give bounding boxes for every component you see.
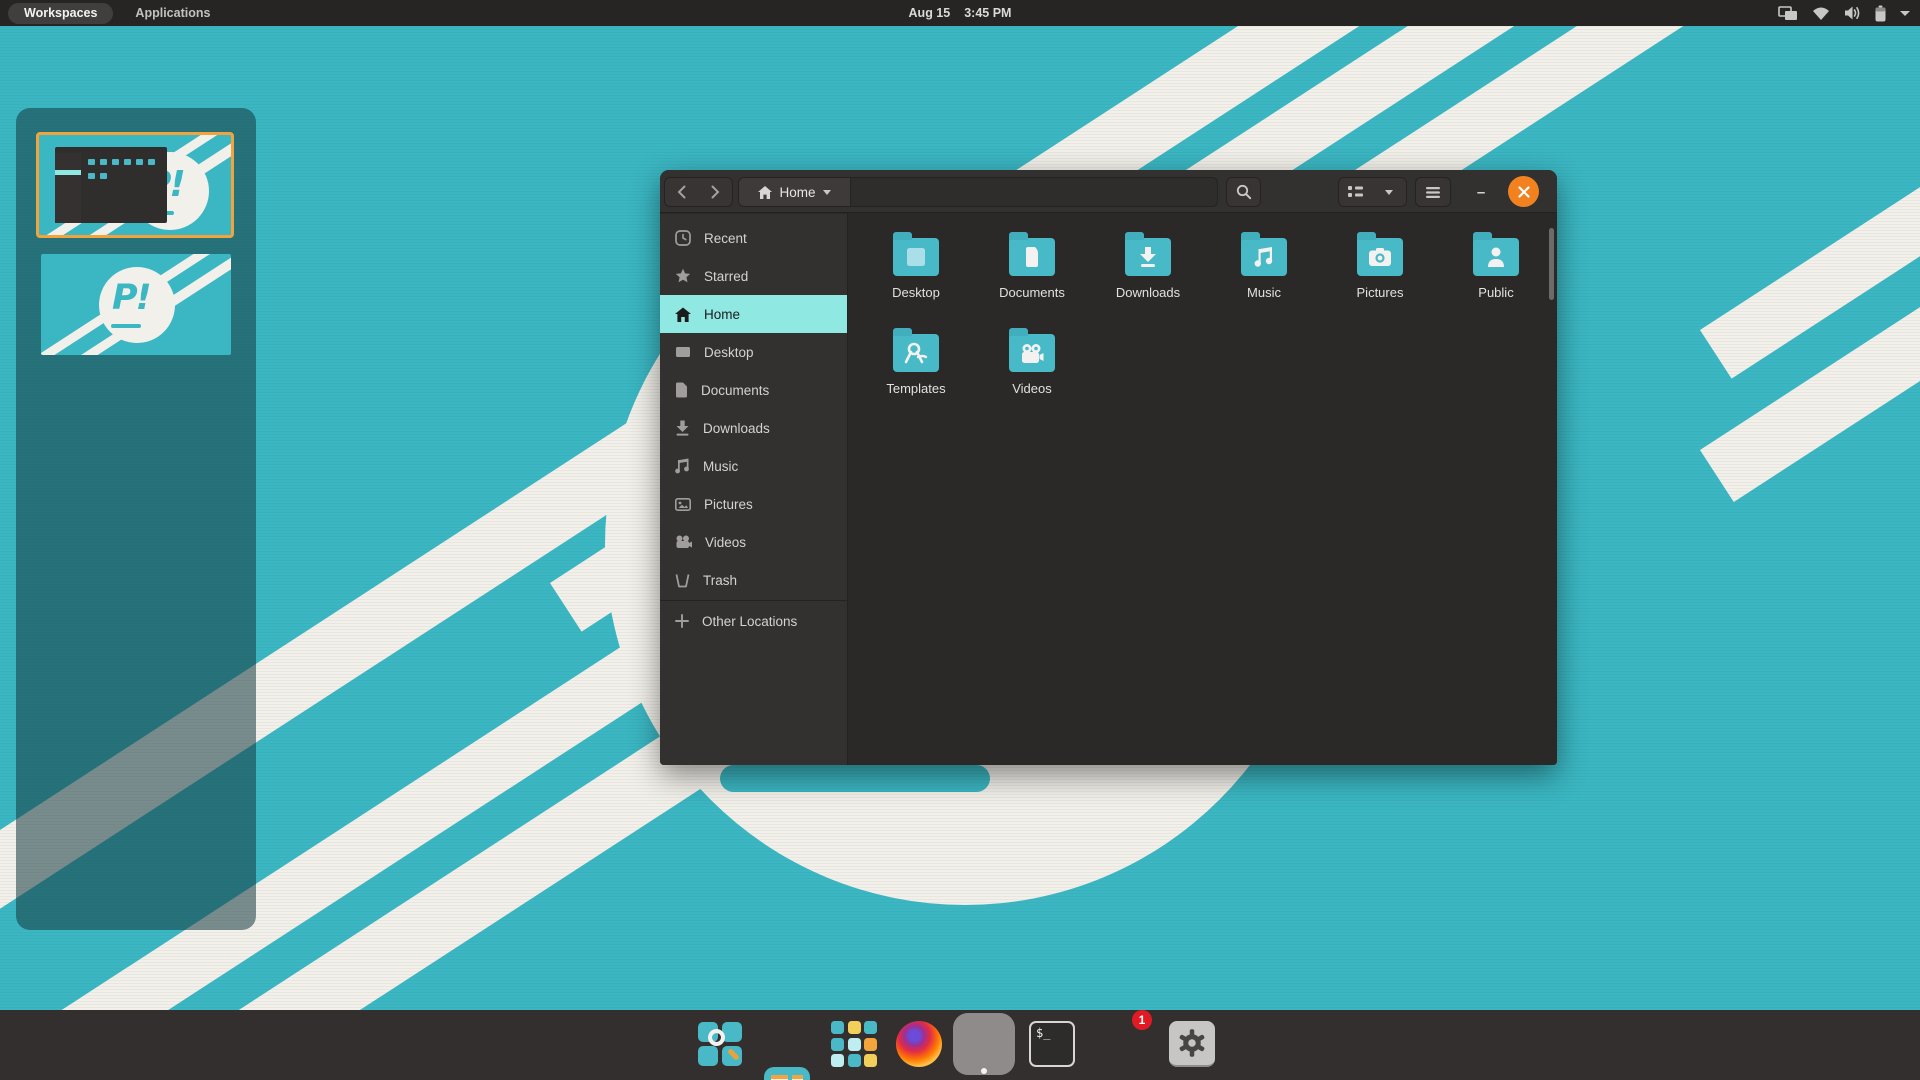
file-item-documents[interactable]: Documents <box>974 228 1090 324</box>
magnifier-icon <box>708 1029 725 1046</box>
file-item-downloads[interactable]: Downloads <box>1090 228 1206 324</box>
sidebar-item-music[interactable]: Music <box>660 447 847 485</box>
folder-icon <box>1241 232 1287 276</box>
sidebar-separator <box>660 600 847 601</box>
clock-time: 3:45 PM <box>964 6 1012 20</box>
battery-icon <box>1875 5 1886 21</box>
document-icon <box>676 382 687 398</box>
sidebar-item-home[interactable]: Home <box>660 295 847 333</box>
dock-item-terminal[interactable]: $_ <box>1029 1021 1075 1067</box>
dock-item-settings[interactable] <box>1169 1021 1215 1067</box>
clock-date: Aug 15 <box>908 6 951 20</box>
sidebar: Recent Starred Home Desktop Documents Do… <box>660 214 848 765</box>
chevron-down-icon <box>1900 10 1910 16</box>
menu-button[interactable] <box>1415 177 1451 207</box>
view-dropdown-button[interactable] <box>1372 177 1407 207</box>
sidebar-item-other-locations[interactable]: Other Locations <box>660 602 847 640</box>
download-icon <box>676 420 689 436</box>
file-item-desktop[interactable]: Desktop <box>858 228 974 324</box>
path-label: Home <box>779 184 816 200</box>
header-bar[interactable]: Home – <box>660 170 1557 213</box>
hamburger-icon <box>1426 186 1440 198</box>
dock-item-applications-grid[interactable] <box>831 1021 877 1067</box>
forward-button[interactable] <box>698 177 733 207</box>
home-icon <box>675 307 691 322</box>
plus-icon <box>675 614 689 628</box>
path-chevron-icon[interactable] <box>822 189 831 195</box>
wifi-icon <box>1813 7 1829 20</box>
system-tray[interactable] <box>1778 0 1910 26</box>
sidebar-item-trash[interactable]: Trash <box>660 561 847 599</box>
folder-icon <box>1125 232 1171 276</box>
sidebar-item-desktop[interactable]: Desktop <box>660 333 847 371</box>
search-icon <box>1236 184 1251 200</box>
sidebar-item-videos[interactable]: Videos <box>660 523 847 561</box>
picture-icon <box>675 497 691 511</box>
sidebar-item-downloads[interactable]: Downloads <box>660 409 847 447</box>
folder-icon <box>893 328 939 372</box>
folder-icon <box>1009 232 1055 276</box>
path-crumb-home[interactable]: Home <box>739 178 851 206</box>
sidebar-item-documents[interactable]: Documents <box>660 371 847 409</box>
gear-icon <box>1179 1029 1205 1057</box>
top-panel: Workspaces Applications Aug 15 3:45 PM <box>0 0 1920 26</box>
dock-item-firefox[interactable] <box>896 1021 942 1067</box>
view-toggle-button[interactable] <box>1338 177 1373 207</box>
list-view-icon <box>1348 186 1363 197</box>
desktop-icon <box>676 346 690 357</box>
dock-item-workspaces[interactable] <box>764 1067 810 1080</box>
trash-icon <box>675 573 690 587</box>
dock-item-pop-search[interactable] <box>697 1021 743 1067</box>
content-scrollbar[interactable] <box>1549 228 1554 300</box>
folder-icon <box>893 232 939 276</box>
workspace-mini-window <box>55 147 167 223</box>
video-icon <box>676 535 692 548</box>
music-icon <box>675 458 689 474</box>
folder-icon <box>1473 232 1519 276</box>
workspace-thumbnail-1[interactable]: P! <box>36 132 234 238</box>
sidebar-item-pictures[interactable]: Pictures <box>660 485 847 523</box>
folder-icon <box>1009 328 1055 372</box>
workspace-thumbnail-2[interactable]: P! <box>41 254 231 355</box>
back-button[interactable] <box>664 177 699 207</box>
workspace-switcher-panel: P! P! <box>16 108 256 930</box>
displays-icon <box>1778 5 1797 20</box>
recent-icon <box>675 230 691 246</box>
chevron-down-icon <box>1385 189 1393 195</box>
search-button[interactable] <box>1226 177 1261 207</box>
shop-notification-badge: 1 <box>1132 1010 1152 1030</box>
file-grid[interactable]: Desktop Documents Downloads Music Pictur… <box>848 214 1557 765</box>
path-bar[interactable]: Home <box>738 177 1218 207</box>
dock-active-indicator-tile <box>953 1013 1015 1075</box>
file-item-templates[interactable]: Templates <box>858 324 974 420</box>
file-item-videos[interactable]: Videos <box>974 324 1090 420</box>
file-item-pictures[interactable]: Pictures <box>1322 228 1438 324</box>
minimize-button[interactable]: – <box>1466 177 1496 207</box>
home-icon <box>758 185 773 199</box>
volume-icon <box>1845 6 1860 20</box>
sidebar-item-starred[interactable]: Starred <box>660 257 847 295</box>
close-button[interactable] <box>1508 176 1539 207</box>
terminal-prompt: $_ <box>1036 1026 1051 1040</box>
folder-icon <box>1357 232 1403 276</box>
star-icon <box>675 268 691 283</box>
sidebar-item-recent[interactable]: Recent <box>660 219 847 257</box>
file-item-music[interactable]: Music <box>1206 228 1322 324</box>
file-manager-window: Home – Recent Starred Home Desktop Docum… <box>660 170 1557 765</box>
file-item-public[interactable]: Public <box>1438 228 1554 324</box>
close-icon <box>1517 185 1530 198</box>
files-running-dot <box>981 1068 987 1074</box>
panel-clock[interactable]: Aug 15 3:45 PM <box>0 6 1920 20</box>
